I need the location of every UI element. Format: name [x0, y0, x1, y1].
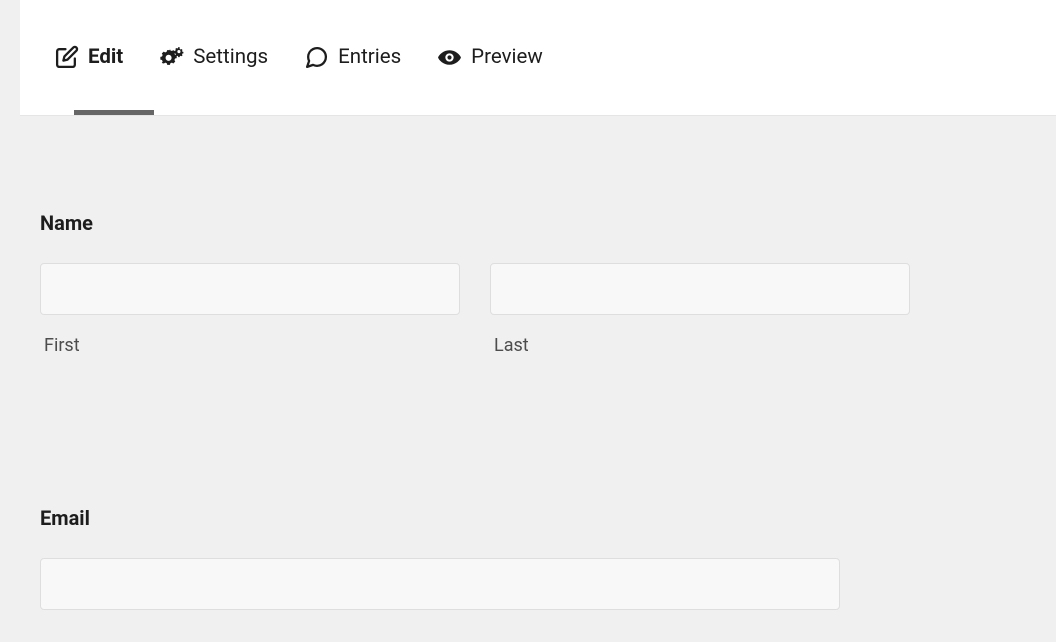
active-tab-underline	[74, 110, 154, 115]
tabs-container: Edit Settings Entries	[54, 45, 543, 70]
first-name-col: First	[40, 263, 460, 356]
tab-preview-label: Preview	[471, 46, 543, 69]
first-name-sublabel: First	[40, 335, 460, 356]
edit-icon	[54, 45, 79, 70]
gears-icon	[159, 45, 184, 70]
tab-edit[interactable]: Edit	[54, 45, 123, 70]
eye-icon	[437, 45, 462, 70]
top-tab-bar: Edit Settings Entries	[20, 0, 1056, 116]
field-email: Email	[40, 506, 1016, 610]
comment-icon	[304, 45, 329, 70]
form-content: Name First Last Email	[0, 116, 1056, 610]
email-input[interactable]	[40, 558, 840, 610]
tab-edit-label: Edit	[88, 46, 123, 69]
email-label: Email	[40, 506, 1016, 530]
name-label: Name	[40, 211, 1016, 235]
tab-entries-label: Entries	[338, 46, 401, 69]
first-name-input[interactable]	[40, 263, 460, 315]
field-name: Name First Last	[40, 211, 1016, 356]
tab-settings-label: Settings	[193, 46, 268, 69]
tab-preview[interactable]: Preview	[437, 45, 543, 70]
last-name-col: Last	[490, 263, 910, 356]
tab-settings[interactable]: Settings	[159, 45, 268, 70]
tab-entries[interactable]: Entries	[304, 45, 401, 70]
email-col	[40, 558, 840, 610]
name-columns: First Last	[40, 263, 1016, 356]
last-name-sublabel: Last	[490, 335, 910, 356]
last-name-input[interactable]	[490, 263, 910, 315]
